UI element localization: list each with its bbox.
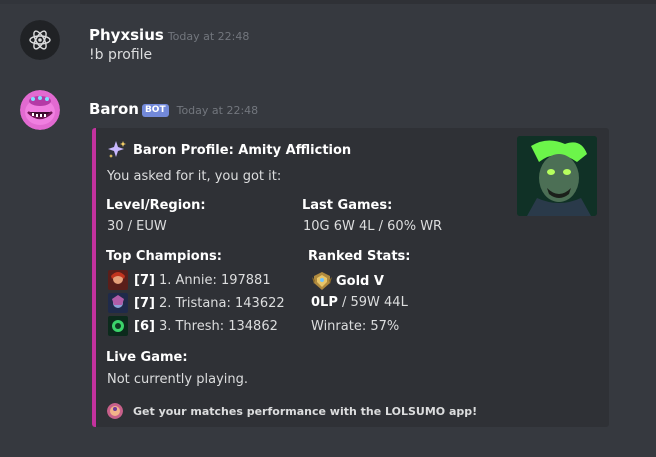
champion-points: 3. Thresh: 134862 xyxy=(158,318,278,334)
field-top-champions-name: Top Champions: xyxy=(106,249,222,264)
champion-row: [7] 1. Annie: 197881 xyxy=(108,270,271,290)
tristana-icon xyxy=(108,293,128,313)
ranked-winrate: Winrate: 57% xyxy=(311,319,400,334)
ranked-record: / 59W 44L xyxy=(337,295,408,310)
field-level-region-value: 30 / EUW xyxy=(107,219,167,234)
message-author[interactable]: Baron BOT Today at 22:48 xyxy=(89,100,258,118)
zombie-champion-icon xyxy=(517,136,597,216)
message-timestamp: Today at 22:48 xyxy=(167,30,250,43)
embed-author-name: Baron Profile: Amity Affliction xyxy=(133,142,352,158)
champion-mastery-level: [6] xyxy=(134,318,155,334)
field-live-game-name: Live Game: xyxy=(106,350,188,365)
champion-mastery-level: [7] xyxy=(134,272,155,288)
field-live-game-value: Not currently playing. xyxy=(107,372,249,387)
field-last-games-name: Last Games: xyxy=(302,198,393,213)
profile-embed: Baron Profile: Amity Affliction You aske… xyxy=(92,128,609,427)
field-ranked-stats-name: Ranked Stats: xyxy=(308,249,411,264)
field-level-region-name: Level/Region: xyxy=(106,198,206,213)
message-list-bottom xyxy=(0,445,656,457)
bot-tag: BOT xyxy=(141,104,169,117)
field-last-games-value: 10G 6W 4L / 60% WR xyxy=(303,219,443,234)
champion-points: 2. Tristana: 143622 xyxy=(158,295,285,311)
user-avatar[interactable] xyxy=(20,20,60,60)
champion-row: [7] 2. Tristana: 143622 xyxy=(108,293,285,313)
ranked-lp: 0LP xyxy=(311,295,338,310)
lolsumo-icon xyxy=(107,403,123,419)
message-text: !b profile xyxy=(89,47,153,63)
champion-row: [6] 3. Thresh: 134862 xyxy=(108,316,278,336)
atom-icon xyxy=(20,20,60,60)
ranked-tier-row: Gold V xyxy=(311,271,384,291)
embed-footer: Get your matches performance with the LO… xyxy=(107,403,477,419)
ranked-tier: Gold V xyxy=(336,273,384,289)
ranked-winrate-row: Winrate: 57% xyxy=(311,319,399,334)
embed-author: Baron Profile: Amity Affliction xyxy=(107,140,351,160)
previous-message-edge xyxy=(0,0,656,4)
bot-avatar[interactable] xyxy=(20,90,60,130)
message-author[interactable]: Phyxsius Today at 22:48 xyxy=(89,26,249,44)
author-name[interactable]: Baron xyxy=(89,100,139,118)
ranked-record-row: 0LP / 59W 44L xyxy=(311,295,408,310)
embed-thumbnail[interactable] xyxy=(517,136,597,216)
champion-mastery-level: [7] xyxy=(134,295,155,311)
thresh-icon xyxy=(108,316,128,336)
gold-rank-icon xyxy=(312,272,332,290)
embed-description: You asked for it, you got it: xyxy=(107,169,282,184)
author-name[interactable]: Phyxsius xyxy=(89,26,164,44)
baron-avatar xyxy=(20,90,60,130)
message-timestamp: Today at 22:48 xyxy=(176,104,259,117)
champion-points: 1. Annie: 197881 xyxy=(158,272,271,288)
annie-icon xyxy=(108,270,128,290)
sparkles-icon xyxy=(108,141,126,158)
embed-footer-text: Get your matches performance with the LO… xyxy=(133,404,478,418)
